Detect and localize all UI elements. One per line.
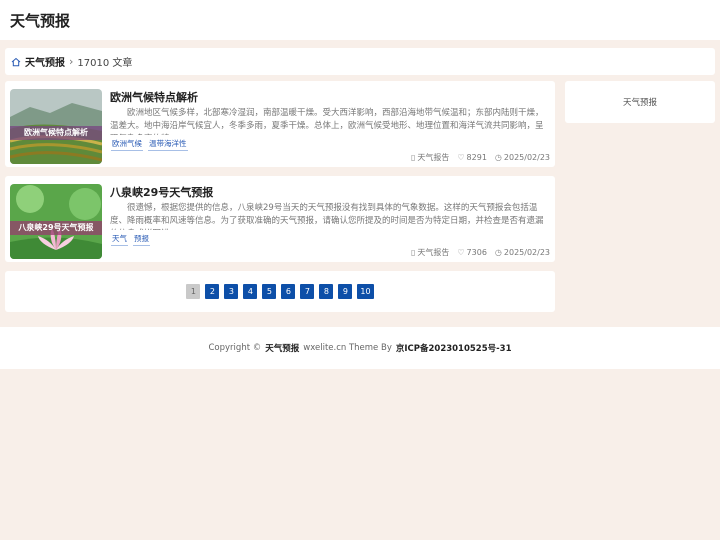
post-date: 2025/02/23 bbox=[503, 153, 550, 162]
article-card: 八泉峡29号天气预报 八泉峡29号天气预报 很遗憾，根据您提供的信息，八泉峡29… bbox=[5, 176, 555, 262]
post-date: 2025/02/23 bbox=[503, 248, 550, 257]
page-button[interactable]: 10 bbox=[357, 284, 374, 299]
clock-icon: ◷ bbox=[494, 248, 502, 257]
article-meta: ▯ 天气报告 ♡ 8291 ◷ 2025/02/23 bbox=[411, 152, 550, 163]
article-title[interactable]: 八泉峡29号天气预报 bbox=[110, 184, 213, 200]
footer-site-link[interactable]: 天气预报 bbox=[265, 342, 299, 354]
likes-meta: ♡ 7306 bbox=[457, 248, 487, 257]
breadcrumb-site[interactable]: 天气预报 bbox=[25, 54, 65, 69]
site-title[interactable]: 天气预报 bbox=[10, 10, 70, 31]
top-bar: 天气预报 bbox=[0, 0, 720, 40]
likes-count: 7306 bbox=[466, 248, 487, 257]
tag-link[interactable]: 温带海洋性 bbox=[148, 138, 188, 151]
page-button[interactable]: 5 bbox=[262, 284, 277, 299]
pagination: 1 2 3 4 5 6 7 8 9 10 bbox=[5, 271, 555, 312]
chevron-right-icon: › bbox=[69, 55, 74, 68]
sidebar-label[interactable]: 天气预报 bbox=[623, 96, 657, 108]
article-tags: 天气 预报 bbox=[111, 233, 150, 246]
page-button[interactable]: 9 bbox=[338, 284, 353, 299]
date-meta: ◷ 2025/02/23 bbox=[495, 248, 550, 257]
likes-meta: ♡ 8291 bbox=[457, 153, 487, 162]
thumbnail-caption: 欧洲气候特点解析 bbox=[10, 126, 102, 140]
category-label: 天气报告 bbox=[417, 153, 450, 162]
article-excerpt: 欧洲地区气候多样，北部寒冷湿润，南部温暖干燥。受大西洋影响，西部沿海地带气候温和… bbox=[110, 108, 544, 135]
thumbnail-caption: 八泉峡29号天气预报 bbox=[10, 221, 102, 235]
tag-link[interactable]: 欧洲气候 bbox=[111, 138, 143, 151]
heart-icon: ♡ bbox=[457, 153, 465, 162]
date-meta: ◷ 2025/02/23 bbox=[495, 153, 550, 162]
article-thumbnail[interactable]: 八泉峡29号天气预报 bbox=[10, 184, 102, 259]
article-excerpt: 很遗憾，根据您提供的信息，八泉峡29号当天的天气预报没有找到具体的气象数据。这样… bbox=[110, 203, 544, 230]
page-button[interactable]: 6 bbox=[281, 284, 296, 299]
tag-link[interactable]: 天气 bbox=[111, 233, 128, 246]
page-button[interactable]: 4 bbox=[243, 284, 258, 299]
category-meta[interactable]: ▯ 天气报告 bbox=[411, 152, 449, 163]
article-tags: 欧洲气候 温带海洋性 bbox=[111, 138, 188, 151]
category-meta[interactable]: ▯ 天气报告 bbox=[411, 247, 449, 258]
article-title[interactable]: 欧洲气候特点解析 bbox=[110, 89, 198, 105]
home-icon[interactable] bbox=[11, 57, 21, 67]
heart-icon: ♡ bbox=[457, 248, 465, 257]
article-count: 17010 文章 bbox=[77, 58, 133, 69]
clock-icon: ◷ bbox=[494, 153, 502, 162]
theme-credit[interactable]: wxelite.cn Theme By bbox=[303, 343, 392, 353]
book-icon: ▯ bbox=[410, 153, 416, 162]
tag-link[interactable]: 预报 bbox=[133, 233, 150, 246]
likes-count: 8291 bbox=[466, 153, 487, 162]
article-meta: ▯ 天气报告 ♡ 7306 ◷ 2025/02/23 bbox=[411, 247, 550, 258]
book-icon: ▯ bbox=[410, 248, 416, 257]
article-card: 欧洲气候特点解析 欧洲气候特点解析 欧洲地区气候多样，北部寒冷湿润，南部温暖干燥… bbox=[5, 81, 555, 167]
page-button[interactable]: 8 bbox=[319, 284, 334, 299]
category-label: 天气报告 bbox=[417, 248, 450, 257]
sidebar-widget: 天气预报 bbox=[565, 81, 715, 123]
icp-link[interactable]: 京ICP备2023010525号-31 bbox=[396, 342, 512, 354]
article-thumbnail[interactable]: 欧洲气候特点解析 bbox=[10, 89, 102, 164]
page-button[interactable]: 7 bbox=[300, 284, 315, 299]
footer: Copyright © 天气预报 wxelite.cn Theme By 京IC… bbox=[0, 327, 720, 369]
page-button-current[interactable]: 1 bbox=[186, 284, 201, 299]
breadcrumb: 天气预报 › 17010 文章 bbox=[5, 48, 715, 75]
page-button[interactable]: 3 bbox=[224, 284, 239, 299]
page-button[interactable]: 2 bbox=[205, 284, 220, 299]
copyright-text: Copyright © bbox=[208, 343, 262, 353]
